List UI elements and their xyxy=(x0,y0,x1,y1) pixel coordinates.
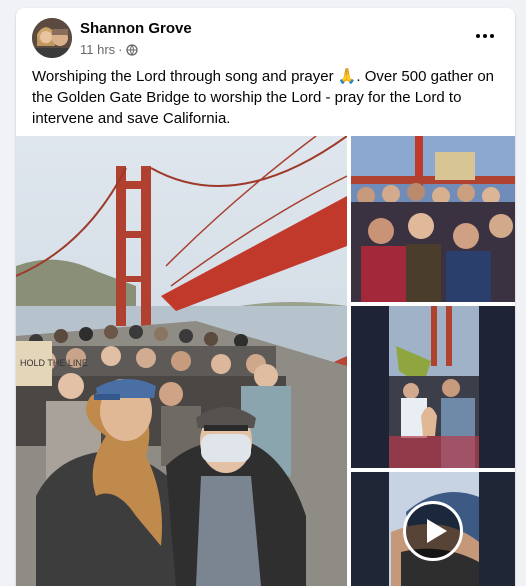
author-avatar[interactable] xyxy=(32,18,72,58)
gallery-photo-3[interactable] xyxy=(351,306,515,468)
post-text: Worshiping the Lord through song and pra… xyxy=(32,68,495,127)
post-time[interactable]: 11 hrs xyxy=(80,42,115,57)
gallery-photo-2[interactable] xyxy=(351,136,515,302)
main-photo[interactable]: HOLD THE LINE xyxy=(16,136,347,586)
globe-icon[interactable] xyxy=(125,43,138,56)
more-options-icon[interactable] xyxy=(471,26,499,46)
play-icon[interactable] xyxy=(403,501,463,561)
post-meta: 11 hrs · xyxy=(80,42,138,57)
meta-separator: · xyxy=(118,42,123,57)
post-card: Shannon Grove 11 hrs · Worshiping the Lo… xyxy=(16,8,515,586)
gallery-video[interactable] xyxy=(351,472,515,586)
author-name[interactable]: Shannon Grove xyxy=(80,20,192,37)
sign-text: HOLD THE LINE xyxy=(20,358,88,368)
photo-gallery: HOLD THE LINE xyxy=(16,136,515,586)
post-header: Shannon Grove 11 hrs · xyxy=(16,8,515,68)
